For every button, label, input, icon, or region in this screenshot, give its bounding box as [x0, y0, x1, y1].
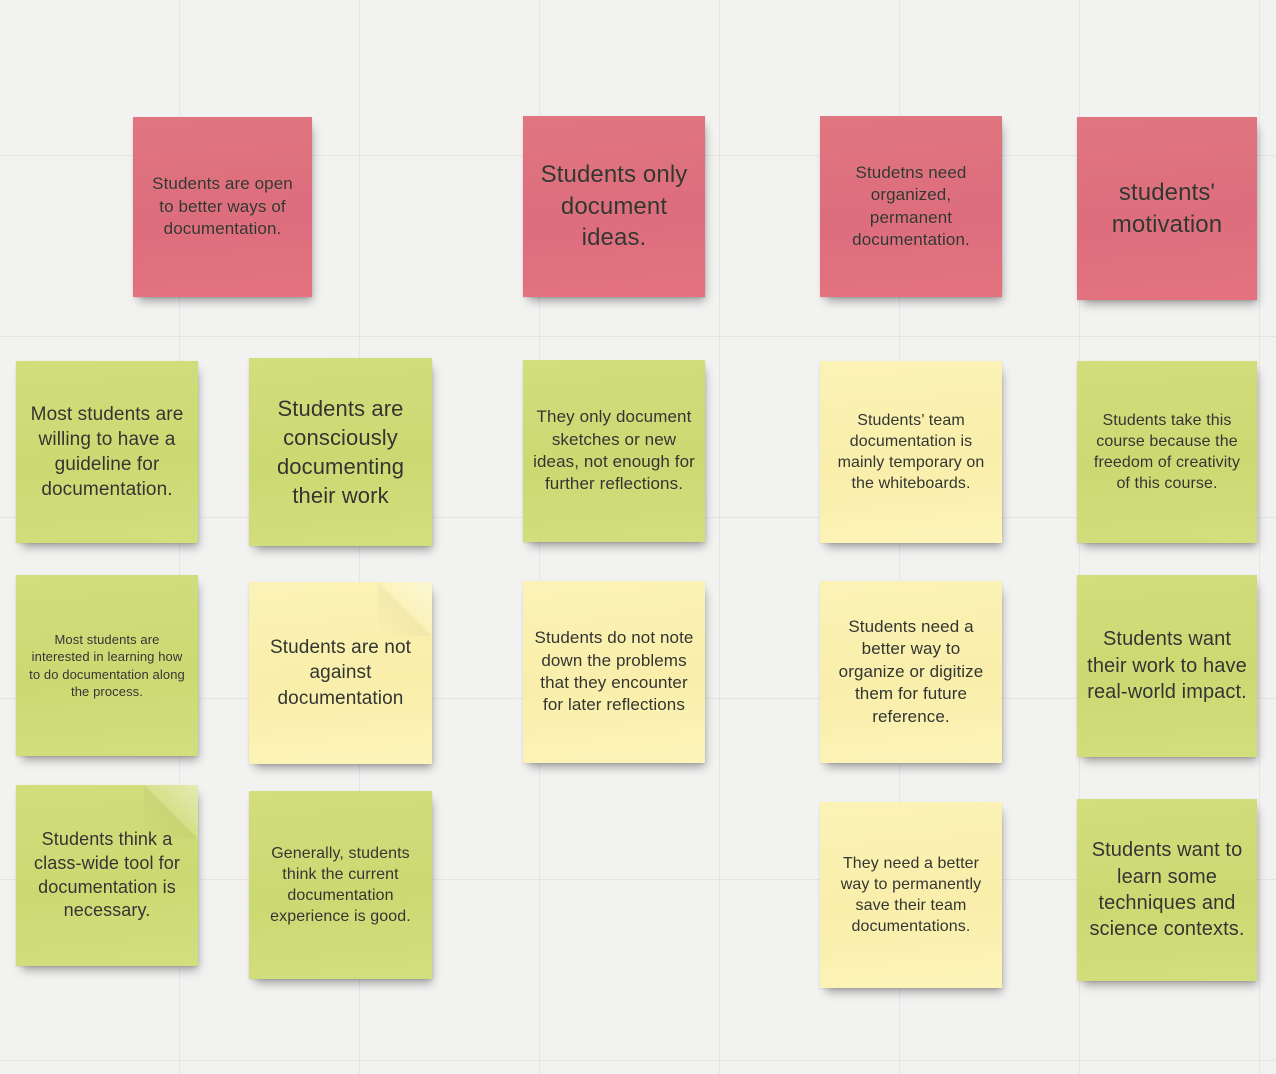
sticky-note-text: Generally, students think the current do…	[270, 844, 411, 926]
sticky-note[interactable]: Most students are interested in learning…	[16, 575, 198, 756]
sticky-note-text: Students need a better way to organize o…	[838, 616, 984, 726]
sticky-note-text: Most students are willing to have a guid…	[30, 403, 184, 501]
sticky-note-text: Students take this course because the fr…	[1093, 411, 1241, 493]
sticky-note[interactable]: students' motivation	[1077, 117, 1257, 300]
sticky-note[interactable]: Students think a class-wide tool for doc…	[16, 785, 198, 966]
sticky-note-text: Students want their work to have real-wo…	[1087, 628, 1247, 704]
sticky-note[interactable]: Students are open to better ways of docu…	[133, 117, 312, 297]
sticky-note[interactable]: Students want their work to have real-wo…	[1077, 575, 1257, 757]
sticky-note-text: Students are not against documentation	[269, 637, 412, 709]
sticky-note[interactable]: They only document sketches or new ideas…	[523, 360, 705, 542]
sticky-note[interactable]: They need a better way to permanently sa…	[820, 802, 1002, 988]
sticky-note-text: Students think a class-wide tool for doc…	[34, 829, 180, 921]
sticky-note[interactable]: Studetns need organized, permanent docum…	[820, 116, 1002, 297]
sticky-note[interactable]: Students want to learn some techniques a…	[1077, 799, 1257, 981]
sticky-note-text: Students want to learn some techniques a…	[1089, 839, 1245, 941]
sticky-note-text: Students are open to better ways of docu…	[152, 174, 293, 239]
sticky-note-text: students' motivation	[1111, 178, 1223, 238]
sticky-note[interactable]: Students take this course because the fr…	[1077, 361, 1257, 543]
sticky-note-text: They need a better way to permanently sa…	[840, 854, 982, 936]
sticky-note-text: Most students are interested in learning…	[29, 632, 185, 699]
sticky-note[interactable]: Generally, students think the current do…	[249, 791, 432, 979]
sticky-note[interactable]: Students are not against documentation	[249, 582, 432, 764]
whiteboard-canvas[interactable]: Students are open to better ways of docu…	[0, 0, 1276, 1074]
sticky-note-text: They only document sketches or new ideas…	[533, 407, 695, 494]
sticky-note[interactable]: Students only document ideas.	[523, 116, 705, 297]
sticky-note[interactable]: Students need a better way to organize o…	[820, 581, 1002, 763]
sticky-note[interactable]: Students are consciously documenting the…	[249, 358, 432, 546]
sticky-note[interactable]: Most students are willing to have a guid…	[16, 361, 198, 543]
sticky-note-text: Students only document ideas.	[540, 160, 688, 252]
sticky-note-text: Studetns need organized, permanent docum…	[852, 162, 970, 249]
sticky-note-text: Students are consciously documenting the…	[276, 395, 405, 509]
sticky-note[interactable]: Students do not note down the problems t…	[523, 581, 705, 763]
sticky-note-text: Students’ team documentation is mainly t…	[837, 411, 985, 493]
sticky-note-text: Students do not note down the problems t…	[534, 628, 694, 715]
sticky-note[interactable]: Students’ team documentation is mainly t…	[820, 361, 1002, 543]
